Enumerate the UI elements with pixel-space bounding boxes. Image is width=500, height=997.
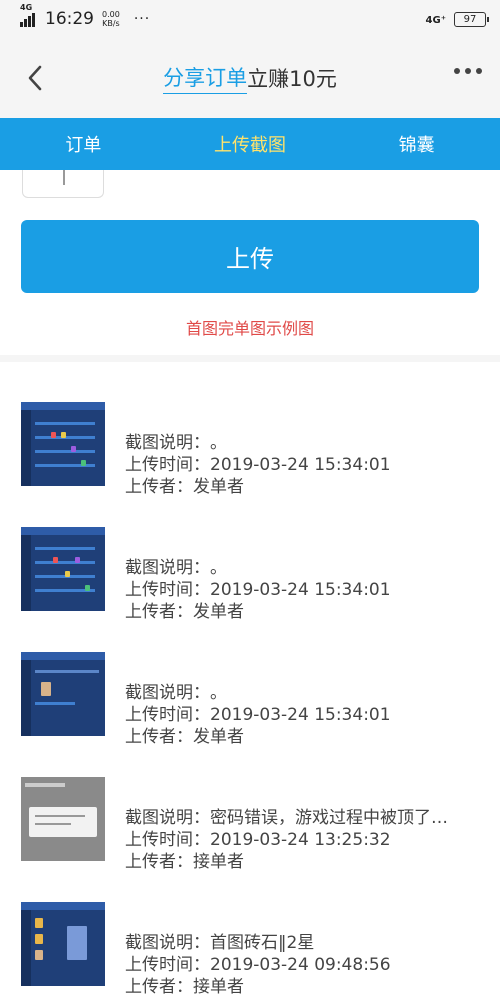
- status-more-icon: ···: [133, 11, 151, 27]
- screenshot-thumbnail[interactable]: [21, 902, 105, 986]
- network-type-left: 4G: [20, 3, 33, 12]
- desc-label: 截图说明：: [125, 933, 210, 953]
- time-value: 2019-03-24 15:34:01: [210, 580, 391, 600]
- desc-label: 截图说明：: [125, 808, 210, 828]
- uploader-label: 上传者：: [125, 727, 193, 747]
- record-info: 截图说明：。 上传时间： 2019-03-24 15:34:01 上传者： 发单者: [125, 557, 485, 623]
- time-label: 上传时间：: [125, 955, 210, 975]
- clock: 16:29: [45, 9, 94, 29]
- battery-level: 97: [463, 13, 477, 25]
- uploader-label: 上传者：: [125, 477, 193, 497]
- desc-value: 密码错误，游戏过程中被顶了…: [210, 808, 448, 828]
- upload-button[interactable]: 上传: [21, 220, 479, 293]
- record-info: 截图说明： 首图砖石‖2星 上传时间： 2019-03-24 09:48:56 上传…: [125, 932, 485, 997]
- network-speed: 0.00 KB/s: [102, 10, 120, 28]
- list-item: 截图说明： 密码错误，游戏过程中被顶了… 上传时间： 2019-03-24 13:2…: [0, 767, 500, 872]
- tab-orders[interactable]: 订单: [0, 118, 167, 170]
- time-value: 2019-03-24 15:34:01: [210, 455, 391, 475]
- upload-panel: 上传 首图完单图示例图: [0, 170, 500, 355]
- battery-icon: 97: [454, 11, 489, 27]
- record-info: 截图说明： 密码错误，游戏过程中被顶了… 上传时间： 2019-03-24 13:2…: [125, 807, 485, 873]
- list-item: 截图说明： 首图砖石‖2星 上传时间： 2019-03-24 09:48:56 上传…: [0, 892, 500, 997]
- more-dot-icon: [476, 68, 482, 74]
- desc-value: 。: [210, 683, 227, 703]
- back-button[interactable]: [22, 64, 48, 92]
- chevron-left-icon: [28, 65, 42, 91]
- time-label: 上传时间：: [125, 705, 210, 725]
- status-left: 4G 16:29 0.00 KB/s ···: [20, 3, 151, 29]
- uploader-value: 接单者: [193, 852, 244, 872]
- desc-label: 截图说明：: [125, 558, 210, 578]
- example-image-link[interactable]: 首图完单图示例图: [0, 315, 500, 339]
- tab-bar: 订单 上传截图 锦囊: [0, 118, 500, 170]
- record-info: 截图说明：。 上传时间： 2019-03-24 15:34:01 上传者： 发单者: [125, 682, 485, 748]
- uploader-value: 发单者: [193, 727, 244, 747]
- time-value: 2019-03-24 09:48:56: [210, 955, 391, 975]
- screenshot-thumbnail[interactable]: [21, 402, 105, 486]
- tab-tips[interactable]: 锦囊: [333, 118, 500, 170]
- speed-unit: KB/s: [102, 19, 120, 28]
- desc-value: 。: [210, 558, 227, 578]
- time-label: 上传时间：: [125, 455, 210, 475]
- signal-icon: 4G: [20, 3, 35, 27]
- page-title: 分享订单 立赚10元: [163, 62, 337, 94]
- desc-label: 截图说明：: [125, 683, 210, 703]
- time-label: 上传时间：: [125, 830, 210, 850]
- time-label: 上传时间：: [125, 580, 210, 600]
- more-dot-icon: [454, 68, 460, 74]
- desc-value: 。: [210, 433, 227, 453]
- share-order-link[interactable]: 分享订单: [163, 62, 248, 94]
- more-dot-icon: [465, 68, 471, 74]
- tab-upload-screenshot[interactable]: 上传截图: [167, 118, 334, 170]
- desc-value: 首图砖石‖2星: [210, 933, 315, 953]
- uploader-value: 发单者: [193, 602, 244, 622]
- screenshot-thumbnail[interactable]: [21, 652, 105, 736]
- status-bar: 4G 16:29 0.00 KB/s ··· 4G⁺ 97: [0, 0, 500, 38]
- description-input[interactable]: [22, 170, 104, 198]
- time-value: 2019-03-24 15:34:01: [210, 705, 391, 725]
- desc-label: 截图说明：: [125, 433, 210, 453]
- screenshot-list: 截图说明：。 上传时间： 2019-03-24 15:34:01 上传者： 发单者 …: [0, 362, 500, 997]
- uploader-label: 上传者：: [125, 852, 193, 872]
- more-options-button[interactable]: [454, 68, 482, 74]
- time-value: 2019-03-24 13:25:32: [210, 830, 391, 850]
- screenshot-thumbnail[interactable]: [21, 527, 105, 611]
- list-item: 截图说明：。 上传时间： 2019-03-24 15:34:01 上传者： 发单者: [0, 642, 500, 747]
- list-item: 截图说明：。 上传时间： 2019-03-24 15:34:01 上传者： 发单者: [0, 517, 500, 622]
- page-title-reward: 立赚10元: [247, 67, 337, 91]
- network-type-right: 4G⁺: [425, 14, 446, 26]
- uploader-label: 上传者：: [125, 977, 193, 997]
- text-cursor: [63, 170, 65, 185]
- screenshot-thumbnail[interactable]: [21, 777, 105, 861]
- uploader-label: 上传者：: [125, 602, 193, 622]
- record-info: 截图说明：。 上传时间： 2019-03-24 15:34:01 上传者： 发单者: [125, 432, 485, 498]
- status-right: 4G⁺ 97: [425, 11, 489, 27]
- speed-value: 0.00: [102, 10, 120, 19]
- list-item: 截图说明：。 上传时间： 2019-03-24 15:34:01 上传者： 发单者: [0, 392, 500, 497]
- uploader-value: 发单者: [193, 477, 244, 497]
- nav-bar: 分享订单 立赚10元: [0, 38, 500, 118]
- uploader-value: 接单者: [193, 977, 244, 997]
